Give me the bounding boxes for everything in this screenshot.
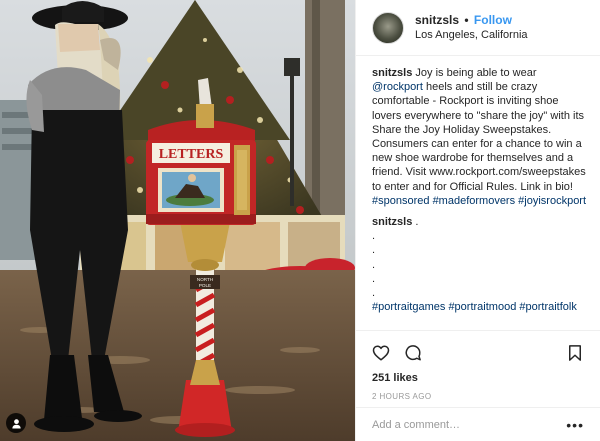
hashtag-link[interactable]: #sponsored <box>372 195 430 207</box>
caption-text: Joy is being able to wear <box>415 67 537 79</box>
hashtag-link[interactable]: #portraitgames <box>372 301 445 313</box>
comment-item: snitzsls . . . . . . #portraitgames #por… <box>372 215 588 314</box>
caption-text-continued: heels and still be crazy comfortable - R… <box>372 81 586 193</box>
post-side-panel: snitzsls • Follow Los Angeles, Californi… <box>355 0 600 441</box>
hashtag-link[interactable]: #portraitfolk <box>519 301 576 313</box>
add-comment-bar: ••• <box>356 407 600 441</box>
more-options-icon[interactable]: ••• <box>566 418 584 432</box>
likes-count[interactable]: 251 likes <box>372 372 584 384</box>
post-photo[interactable]: NORTH POLE LETTERS <box>0 0 355 441</box>
svg-text:NORTH: NORTH <box>197 277 213 282</box>
tagged-user-icon[interactable] <box>6 413 26 433</box>
comments-section: snitzsls Joy is being able to wear @rock… <box>356 56 600 329</box>
add-comment-input[interactable] <box>372 419 567 431</box>
heart-icon[interactable] <box>372 344 390 362</box>
hashtag-link[interactable]: #portraitmood <box>448 301 516 313</box>
comment-dot-line: . <box>372 272 376 285</box>
post-header: snitzsls • Follow Los Angeles, Californi… <box>356 0 600 56</box>
hashtag-link[interactable]: #madeformovers <box>433 195 516 207</box>
mention-link[interactable]: @rockport <box>372 81 423 93</box>
post-actions: 251 likes 2 HOURS AGO ••• <box>356 330 600 441</box>
header-separator: • <box>464 12 469 27</box>
bookmark-icon[interactable] <box>566 344 584 362</box>
follow-button[interactable]: Follow <box>474 13 512 27</box>
comment-dot-line: . <box>372 244 376 257</box>
comment-dot-line: . <box>372 258 376 271</box>
hashtag-link[interactable]: #joyisrockport <box>518 195 586 207</box>
comment-dot-line: . <box>372 286 376 299</box>
comment-text: . <box>415 216 419 229</box>
avatar[interactable] <box>372 11 404 44</box>
author-username[interactable]: snitzsls <box>415 13 459 27</box>
comment-dot-line: . <box>372 230 376 243</box>
action-icon-row <box>372 343 584 363</box>
post-timestamp: 2 HOURS AGO <box>372 392 432 401</box>
location-link[interactable]: Los Angeles, California <box>415 28 528 43</box>
caption-username[interactable]: snitzsls <box>372 67 412 79</box>
svg-text:LETTERS: LETTERS <box>159 147 224 162</box>
svg-text:POLE: POLE <box>199 283 211 288</box>
comment-username[interactable]: snitzsls <box>372 216 412 228</box>
person-icon <box>11 418 21 429</box>
caption: snitzsls Joy is being able to wear @rock… <box>372 66 588 208</box>
post-image: NORTH POLE LETTERS <box>0 0 355 441</box>
post-header-text: snitzsls • Follow Los Angeles, Californi… <box>415 13 528 43</box>
speech-bubble-icon[interactable] <box>404 344 422 362</box>
